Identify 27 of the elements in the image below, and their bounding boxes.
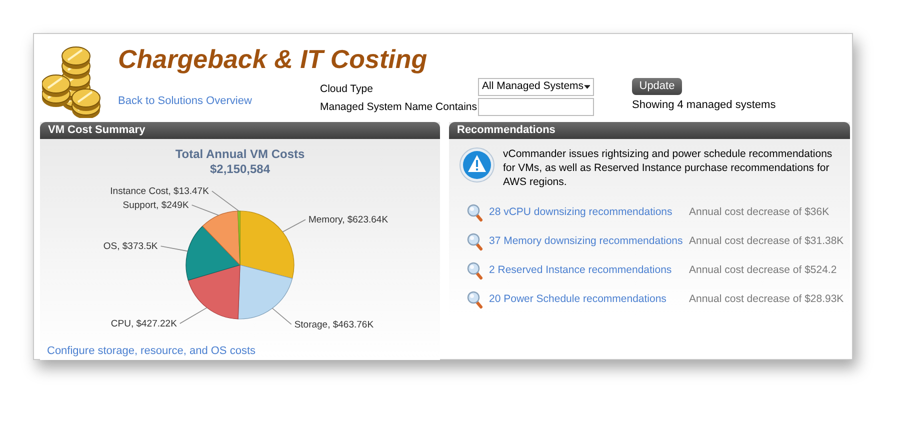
- cost-decrease-text: Annual cost decrease of $524.2: [689, 262, 837, 278]
- cloud-type-dropdown[interactable]: All Managed Systems: [478, 78, 594, 96]
- recommendation-link[interactable]: 28 vCPU downsizing recommendations: [489, 204, 672, 220]
- recommendation-link[interactable]: 37 Memory downsizing recommendations: [489, 234, 683, 250]
- slice-label: OS, $373.5K: [103, 241, 158, 252]
- cloud-type-label: Cloud Type: [320, 82, 374, 96]
- cost-decrease-text: Annual cost decrease of $31.38K: [689, 234, 844, 249]
- notice-text: vCommander issues rightsizing and power schedule recommendations for VMs, as well as Reserved Instance purchase recommendations for AWS regions.: [503, 147, 834, 189]
- cost-decrease-text: Annual cost decrease of $28.93K: [689, 292, 844, 307]
- slice-label: Memory, $623.64K: [308, 214, 388, 226]
- slice-label: CPU, $427.22K: [110, 318, 177, 330]
- slice-label: Instance Cost, $13.47K: [110, 186, 209, 198]
- slice-label: Storage, $463.76K: [294, 319, 374, 330]
- update-button[interactable]: Update: [632, 78, 682, 95]
- chart-title: Total Annual VM Costs: [175, 147, 305, 162]
- configure-link[interactable]: Configure storage, resource, and OS costs: [47, 345, 256, 357]
- name-filter-label: Managed System Name Contains: [320, 100, 478, 114]
- total-cost: $2,150,584: [210, 162, 270, 177]
- page-title: Chargeback & IT Costing: [118, 44, 428, 74]
- recommendation-link[interactable]: 20 Power Schedule recommendations: [489, 292, 666, 308]
- slice-label: Support, $249K: [122, 200, 189, 212]
- panel-header: Recommendations: [449, 122, 850, 139]
- panel-header: VM Cost Summary: [40, 122, 440, 139]
- back-link[interactable]: Back to Solutions Overview: [118, 95, 252, 107]
- recommendation-link[interactable]: 2 Reserved Instance recommendations: [489, 262, 672, 278]
- status-text: Showing 4 managed systems: [632, 98, 776, 112]
- cost-decrease-text: Annual cost decrease of $36K: [689, 204, 830, 220]
